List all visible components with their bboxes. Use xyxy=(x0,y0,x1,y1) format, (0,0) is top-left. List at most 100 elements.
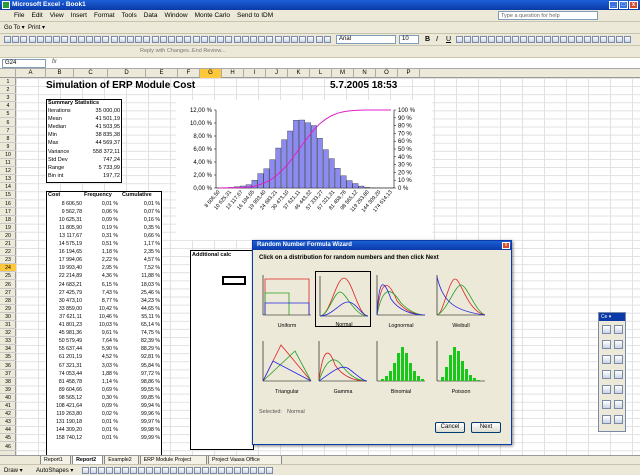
toolbox-tool-icon[interactable] xyxy=(602,325,611,334)
name-box[interactable]: G24 xyxy=(2,59,46,68)
row-header[interactable]: 36 xyxy=(0,362,16,370)
row-header[interactable]: 23 xyxy=(0,256,16,265)
toolbar-icon[interactable] xyxy=(299,36,307,43)
font-size-select[interactable]: 10 xyxy=(399,35,419,44)
draw-tool-icon[interactable] xyxy=(122,467,129,474)
toolbar-icon[interactable] xyxy=(307,36,315,43)
toolbar-icon[interactable] xyxy=(20,36,28,43)
row-header[interactable]: 44 xyxy=(0,426,16,435)
cancel-button[interactable]: Cancel xyxy=(435,422,465,433)
row-header[interactable]: 22 xyxy=(0,248,16,257)
format-icon[interactable] xyxy=(560,36,567,43)
toolbar-icon[interactable] xyxy=(209,36,216,43)
format-icon[interactable] xyxy=(600,36,607,43)
row-header[interactable]: 21 xyxy=(0,240,16,249)
toolbar-icon[interactable] xyxy=(94,36,102,43)
toolbox-tool-icon[interactable] xyxy=(614,355,623,364)
row-header[interactable]: 32 xyxy=(0,329,16,338)
histogram-bar[interactable] xyxy=(305,122,311,189)
toolbar-icon[interactable] xyxy=(36,36,44,43)
histogram-bar[interactable] xyxy=(257,173,264,189)
goto-button[interactable]: Go To ▾ xyxy=(4,24,25,31)
close-button[interactable]: x xyxy=(629,1,638,9)
histogram-bar[interactable] xyxy=(346,180,353,189)
menu-view[interactable]: View xyxy=(50,12,64,19)
histogram-bar[interactable] xyxy=(269,159,276,189)
format-icon[interactable] xyxy=(608,36,615,43)
distribution-normal[interactable]: Normal xyxy=(315,271,371,328)
toolbox-tool-icon[interactable] xyxy=(614,400,623,409)
end-review-button[interactable]: End Review... xyxy=(192,48,226,54)
select-all-corner[interactable] xyxy=(0,69,16,78)
bold-button[interactable]: B xyxy=(425,36,430,43)
format-icon[interactable] xyxy=(552,36,559,43)
column-header-g[interactable]: G xyxy=(200,69,222,78)
format-icon[interactable] xyxy=(488,36,495,43)
row-header[interactable]: 7 xyxy=(0,127,16,135)
toolbar-icon[interactable] xyxy=(233,36,241,43)
histogram-bar[interactable] xyxy=(358,185,365,189)
toolbar-icon[interactable] xyxy=(135,36,143,43)
row-header[interactable]: 28 xyxy=(0,297,16,305)
column-header-c[interactable]: C xyxy=(74,69,108,78)
toolbar-icon[interactable] xyxy=(241,36,249,43)
format-icon[interactable] xyxy=(536,36,543,43)
histogram-bar[interactable] xyxy=(299,119,305,189)
draw-tool-icon[interactable] xyxy=(242,467,249,474)
row-header[interactable]: 25 xyxy=(0,272,16,281)
row-header[interactable]: 15 xyxy=(0,191,16,200)
format-icon[interactable] xyxy=(520,36,527,43)
toolbar-icon[interactable] xyxy=(266,36,274,43)
column-header-m[interactable]: M xyxy=(332,69,354,78)
distribution-lognormal[interactable]: Lognormal xyxy=(373,271,429,329)
toolbar-icon[interactable] xyxy=(143,36,151,43)
format-icon[interactable] xyxy=(504,36,511,43)
help-search-input[interactable]: Type a question for help xyxy=(498,11,598,20)
row-header[interactable]: 31 xyxy=(0,321,16,330)
toolbar-icon[interactable] xyxy=(61,36,69,43)
column-header-d[interactable]: D xyxy=(108,69,146,78)
column-header-n[interactable]: N xyxy=(354,69,376,78)
distribution-poisson[interactable]: Poisson xyxy=(433,337,489,395)
draw-tool-icon[interactable] xyxy=(90,467,97,474)
row-header[interactable]: 6 xyxy=(0,119,16,127)
histogram-bar[interactable] xyxy=(322,149,329,189)
draw-menu-button[interactable]: Draw ▾ xyxy=(4,467,23,474)
column-header-i[interactable]: I xyxy=(244,69,266,78)
row-header[interactable]: 17 xyxy=(0,208,16,216)
row-header[interactable]: 29 xyxy=(0,305,16,313)
toolbar-icon[interactable] xyxy=(53,36,61,43)
row-header[interactable]: 3 xyxy=(0,94,16,103)
toolbar-icon[interactable] xyxy=(274,36,282,43)
draw-tool-icon[interactable] xyxy=(218,467,225,474)
autoshapes-button[interactable]: AutoShapes ▾ xyxy=(36,467,73,474)
row-header[interactable]: 9 xyxy=(0,143,16,151)
toolbar-icon[interactable] xyxy=(127,36,134,43)
toolbar-icon[interactable] xyxy=(4,36,11,43)
toolbar-icon[interactable] xyxy=(102,36,110,43)
toolbar-icon[interactable] xyxy=(159,36,167,43)
draw-tool-icon[interactable] xyxy=(234,467,241,474)
histogram-bar[interactable] xyxy=(311,125,317,189)
draw-tool-icon[interactable] xyxy=(202,467,209,474)
histogram-chart[interactable]: 0,00 % 2,00 % 4,00 % 6,00 % 8,00 % 10,00 % 12,… xyxy=(176,100,432,240)
row-header[interactable]: 13 xyxy=(0,175,16,184)
format-icon[interactable] xyxy=(624,36,631,43)
draw-tool-icon[interactable] xyxy=(178,467,185,474)
row-header[interactable]: 14 xyxy=(0,183,16,192)
toolbox-tool-icon[interactable] xyxy=(602,415,611,424)
toolbar-icon[interactable] xyxy=(291,36,298,43)
toolbar-icon[interactable] xyxy=(28,36,36,43)
toolbox-tool-icon[interactable] xyxy=(614,340,623,349)
column-header-e[interactable]: E xyxy=(146,69,178,78)
toolbar-icon[interactable] xyxy=(151,36,159,43)
row-header[interactable]: 43 xyxy=(0,418,16,427)
column-header-o[interactable]: O xyxy=(376,69,398,78)
draw-tool-icon[interactable] xyxy=(250,467,257,474)
toolbar-icon[interactable] xyxy=(192,36,200,43)
toolbox-tool-icon[interactable] xyxy=(602,340,611,349)
toolbox-tool-icon[interactable] xyxy=(602,400,611,409)
toolbar-icon[interactable] xyxy=(45,36,52,43)
toolbar-icon[interactable] xyxy=(225,36,233,43)
toolbar-icon[interactable] xyxy=(86,36,93,43)
